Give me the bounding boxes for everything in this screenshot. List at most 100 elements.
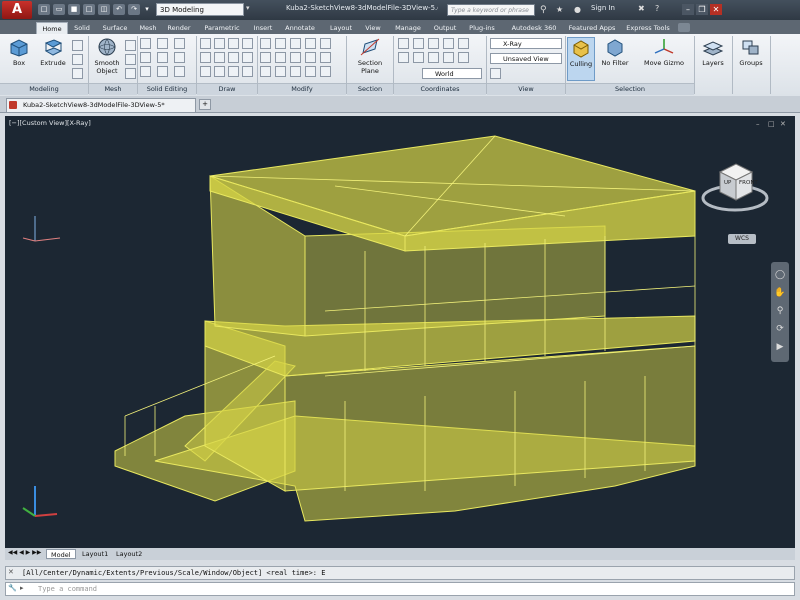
tab-model[interactable]: Model	[46, 549, 76, 559]
tab-mesh[interactable]: Mesh	[134, 22, 162, 34]
copy-icon[interactable]	[260, 66, 271, 77]
open-icon[interactable]: ▭	[53, 4, 65, 15]
solid-editing-panel-label[interactable]: Solid Editing	[138, 83, 196, 95]
culling-button[interactable]: Culling	[567, 37, 595, 81]
extend-icon[interactable]	[275, 52, 286, 63]
ucs-face-icon[interactable]	[428, 52, 439, 63]
helix-icon[interactable]	[200, 66, 211, 77]
circle-icon[interactable]	[228, 38, 239, 49]
wcs-menu[interactable]: WCS	[728, 234, 756, 244]
explode-icon[interactable]	[305, 66, 316, 77]
command-close-icon[interactable]: ✕	[8, 568, 14, 576]
tab-manage[interactable]: Manage	[388, 22, 428, 34]
tab-view[interactable]: View	[360, 22, 386, 34]
viewcube-front-face[interactable]: FRONT	[739, 180, 758, 186]
view-panel-label[interactable]: View	[487, 83, 565, 95]
steering-wheel-icon[interactable]: ◯	[774, 270, 786, 282]
shell-icon[interactable]	[174, 66, 185, 77]
move-icon[interactable]	[260, 38, 271, 49]
tab-insert[interactable]: Insert	[248, 22, 278, 34]
extract-edges-icon[interactable]	[140, 66, 151, 77]
help-icon[interactable]: ?	[655, 4, 659, 13]
tab-home[interactable]: Home	[36, 22, 68, 34]
tab-layout2[interactable]: Layout2	[112, 549, 146, 559]
tab-render[interactable]: Render	[162, 22, 196, 34]
tab-parametric[interactable]: Parametric	[196, 22, 248, 34]
erase-icon[interactable]	[290, 66, 301, 77]
align-icon[interactable]	[320, 66, 331, 77]
hatch-icon[interactable]	[214, 66, 225, 77]
separate-icon[interactable]	[157, 66, 168, 77]
viewcube[interactable]	[700, 158, 770, 216]
close-icon[interactable]: ✕	[710, 4, 722, 15]
move-gizmo-button[interactable]: Move Gizmo	[640, 37, 688, 81]
tab-solid[interactable]: Solid	[68, 22, 96, 34]
quick-access-dropdown-icon[interactable]: ▾	[142, 4, 152, 15]
polygon-icon[interactable]	[214, 52, 225, 63]
viewcube-top-face[interactable]: UP	[724, 180, 731, 186]
new-icon[interactable]: □	[38, 4, 50, 15]
search-input[interactable]: Type a keyword or phrase	[447, 4, 535, 16]
ucs-z-icon[interactable]	[458, 38, 469, 49]
mesh-panel-label[interactable]: Mesh	[89, 83, 137, 95]
loft-icon[interactable]	[72, 68, 83, 79]
sign-in-button[interactable]: Sign In	[591, 4, 615, 12]
smooth-less-icon[interactable]	[125, 54, 136, 65]
layers-button[interactable]: Layers	[698, 37, 728, 81]
subtract-icon[interactable]	[157, 38, 168, 49]
drawing-viewport[interactable]	[5, 116, 795, 548]
groups-button[interactable]: Groups	[736, 37, 766, 81]
union-icon[interactable]	[140, 38, 151, 49]
subscription-icon[interactable]: ★	[556, 4, 568, 16]
tab-surface[interactable]: Surface	[96, 22, 134, 34]
ucs-world-dropdown[interactable]: World	[422, 68, 482, 79]
draw-panel-label[interactable]: Draw	[197, 83, 257, 95]
redo-icon[interactable]: ↷	[128, 4, 140, 15]
viewport-controls-label[interactable]: [−][Custom View][X-Ray]	[9, 119, 91, 127]
interfere-icon[interactable]	[174, 52, 185, 63]
tab-featured-apps[interactable]: Featured Apps	[564, 22, 620, 34]
showmotion-icon[interactable]: ▶	[774, 342, 786, 354]
presspull-icon[interactable]	[72, 40, 83, 51]
viewport-close-icon[interactable]: ✕	[780, 120, 786, 128]
line-icon[interactable]	[200, 38, 211, 49]
no-filter-button[interactable]: No Filter	[598, 37, 632, 81]
tab-layout1[interactable]: Layout1	[78, 549, 112, 559]
ucs-y-icon[interactable]	[443, 38, 454, 49]
zoom-icon[interactable]: ⚲	[774, 306, 786, 318]
extrude-button[interactable]: Extrude	[36, 37, 70, 81]
undo-icon[interactable]: ↶	[113, 4, 125, 15]
new-tab-icon[interactable]: +	[199, 99, 211, 110]
polyline-icon[interactable]	[214, 38, 225, 49]
viewport-restore-icon[interactable]: □	[768, 120, 775, 128]
section-plane-button[interactable]: Section Plane	[350, 37, 390, 81]
refine-mesh-icon[interactable]	[125, 68, 136, 79]
rotate-icon[interactable]	[275, 38, 286, 49]
array-icon[interactable]	[320, 38, 331, 49]
ucs-object-icon[interactable]	[413, 52, 424, 63]
workspace-chevron-icon[interactable]: ▾	[246, 4, 250, 12]
ucs-x-icon[interactable]	[428, 38, 439, 49]
viewport-config-icon[interactable]	[490, 68, 501, 79]
arc-icon[interactable]	[242, 38, 253, 49]
ucs-3point-icon[interactable]	[413, 38, 424, 49]
offset-icon[interactable]	[320, 52, 331, 63]
ribbon-minimize-icon[interactable]	[678, 23, 690, 32]
spline-icon[interactable]	[242, 52, 253, 63]
pan-icon[interactable]: ✋	[774, 288, 786, 300]
chamfer-icon[interactable]	[305, 52, 316, 63]
search-icon[interactable]: ⚲	[540, 4, 552, 16]
ucs-origin-icon[interactable]	[443, 52, 454, 63]
revolve-icon[interactable]	[72, 54, 83, 65]
scale-icon[interactable]	[290, 38, 301, 49]
coordinates-panel-label[interactable]: Coordinates	[394, 83, 486, 95]
selection-panel-label[interactable]: Selection	[566, 83, 694, 95]
tab-plugins[interactable]: Plug-ins	[462, 22, 502, 34]
ucs-icon[interactable]	[398, 38, 409, 49]
thicken-icon[interactable]	[157, 52, 168, 63]
trim-icon[interactable]	[260, 52, 271, 63]
layout-nav-arrows[interactable]: ◀◀ ◀ ▶ ▶▶	[8, 549, 41, 556]
box-button[interactable]: Box	[4, 37, 34, 81]
ellipse-icon[interactable]	[228, 52, 239, 63]
tab-express-tools[interactable]: Express Tools	[622, 22, 674, 34]
